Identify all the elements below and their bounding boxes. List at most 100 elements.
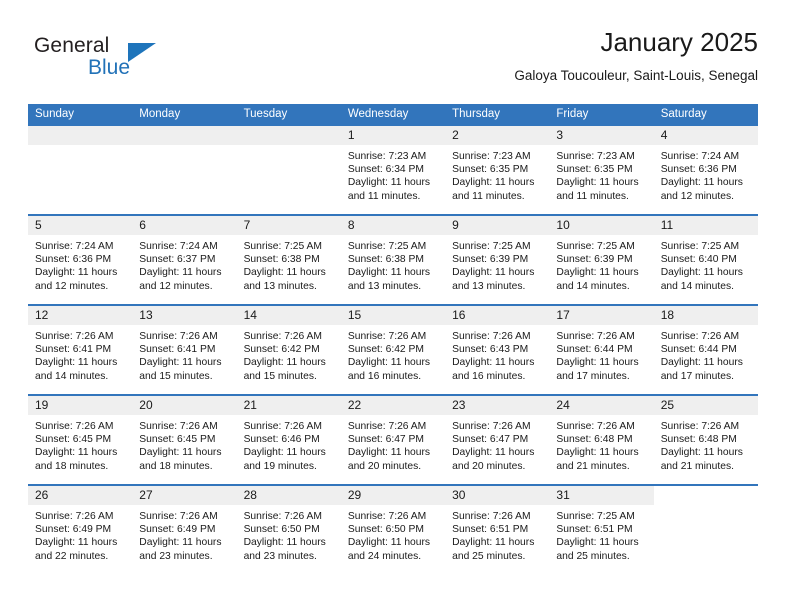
day-detail-line: and 12 minutes.: [660, 190, 734, 202]
day-detail-line: and 14 minutes.: [660, 280, 734, 292]
day-number: 9: [445, 217, 550, 235]
calendar-day-cell[interactable]: 27 Sunrise: 7:26 AM Sunset: 6:49 PM Dayligh…: [132, 484, 237, 574]
calendar-week-row: 5 Sunrise: 7:24 AM Sunset: 6:36 PM Daylight…: [28, 214, 758, 305]
calendar-day-cell[interactable]: 9 Sunrise: 7:25 AM Sunset: 6:39 PM Daylight…: [445, 214, 550, 305]
day-detail-line: Sunrise: 7:26 AM: [35, 511, 114, 522]
calendar-day-cell[interactable]: 2 Sunrise: 7:23 AM Sunset: 6:35 PM Daylight…: [445, 126, 550, 215]
day-detail-line: Sunset: 6:49 PM: [35, 524, 112, 536]
day-detail-line: Daylight: 11 hours: [243, 537, 326, 549]
day-detail-line: Sunset: 6:50 PM: [243, 524, 320, 536]
calendar-day-cell[interactable]: 24 Sunrise: 7:26 AM Sunset: 6:48 PM Dayligh…: [549, 394, 654, 485]
day-detail-line: Sunrise: 7:23 AM: [347, 151, 427, 162]
day-number: 26: [28, 487, 133, 505]
calendar-day-cell[interactable]: 1 Sunrise: 7:23 AM Sunset: 6:34 PM Daylight…: [340, 126, 446, 215]
calendar-day-cell[interactable]: 16 Sunrise: 7:26 AM Sunset: 6:43 PM Dayligh…: [445, 304, 550, 395]
day-detail-line: Daylight: 11 hours: [452, 357, 535, 369]
day-detail-line: Sunrise: 7:26 AM: [452, 331, 531, 342]
day-details: Sunrise: 7:26 AM Sunset: 6:47 PM Daylight:…: [341, 415, 445, 473]
day-detail-line: Daylight: 11 hours: [452, 537, 535, 549]
calendar-day-cell[interactable]: 22 Sunrise: 7:26 AM Sunset: 6:47 PM Dayligh…: [340, 394, 446, 485]
calendar-day-cell[interactable]: 26 Sunrise: 7:26 AM Sunset: 6:49 PM Dayligh…: [28, 484, 133, 574]
day-detail-line: Daylight: 11 hours: [139, 447, 222, 459]
calendar-day-cell[interactable]: 3 Sunrise: 7:23 AM Sunset: 6:35 PM Daylight…: [549, 126, 654, 215]
calendar-day-cell[interactable]: 18 Sunrise: 7:26 AM Sunset: 6:44 PM Dayligh…: [653, 304, 758, 395]
day-detail-line: Sunrise: 7:25 AM: [556, 511, 635, 522]
calendar-day-cell[interactable]: 6 Sunrise: 7:24 AM Sunset: 6:37 PM Daylight…: [132, 214, 237, 305]
day-detail-line: Sunrise: 7:25 AM: [556, 241, 635, 252]
day-number: 6: [132, 217, 237, 235]
day-details: Sunrise: 7:24 AM Sunset: 6:36 PM Daylight:…: [28, 235, 132, 293]
weekday-header-thursday: Thursday: [445, 104, 550, 126]
day-details: Sunrise: 7:26 AM Sunset: 6:51 PM Daylight:…: [445, 505, 549, 563]
day-number: 2: [445, 126, 550, 145]
day-detail-line: Sunset: 6:36 PM: [35, 254, 112, 266]
day-detail-line: Sunset: 6:48 PM: [556, 434, 633, 446]
day-detail-line: Sunset: 6:38 PM: [243, 254, 320, 266]
calendar-day-cell[interactable]: 23 Sunrise: 7:26 AM Sunset: 6:47 PM Dayligh…: [445, 394, 550, 485]
calendar-day-cell[interactable]: 14 Sunrise: 7:26 AM Sunset: 6:42 PM Dayligh…: [236, 304, 341, 395]
day-detail-line: Daylight: 11 hours: [347, 267, 431, 279]
calendar-day-cell-empty: [236, 126, 341, 215]
day-detail-line: Sunrise: 7:26 AM: [139, 331, 218, 342]
day-details: Sunrise: 7:26 AM Sunset: 6:44 PM Daylight:…: [654, 325, 758, 383]
day-number: 17: [549, 307, 654, 325]
calendar-day-cell[interactable]: 30 Sunrise: 7:26 AM Sunset: 6:51 PM Dayligh…: [445, 484, 550, 574]
day-detail-line: Daylight: 11 hours: [660, 357, 743, 369]
day-number: 24: [549, 397, 654, 415]
day-detail-line: and 17 minutes.: [556, 370, 630, 382]
day-detail-line: Daylight: 11 hours: [35, 537, 118, 549]
day-number: 14: [236, 307, 341, 325]
day-number: 15: [340, 307, 446, 325]
day-details: Sunrise: 7:25 AM Sunset: 6:40 PM Daylight:…: [654, 235, 758, 293]
day-number: 28: [236, 487, 341, 505]
day-detail-line: and 25 minutes.: [452, 550, 526, 562]
calendar-day-cell[interactable]: 15 Sunrise: 7:26 AM Sunset: 6:42 PM Dayligh…: [340, 304, 446, 395]
calendar-day-cell[interactable]: 5 Sunrise: 7:24 AM Sunset: 6:36 PM Daylight…: [28, 214, 133, 305]
calendar-day-cell[interactable]: 20 Sunrise: 7:26 AM Sunset: 6:45 PM Dayligh…: [132, 394, 237, 485]
calendar-day-cell[interactable]: 19 Sunrise: 7:26 AM Sunset: 6:45 PM Dayligh…: [28, 394, 133, 485]
day-detail-line: Sunset: 6:45 PM: [35, 434, 112, 446]
day-detail-line: and 16 minutes.: [452, 370, 526, 382]
day-detail-line: Daylight: 11 hours: [35, 267, 118, 279]
calendar-day-cell[interactable]: 28 Sunrise: 7:26 AM Sunset: 6:50 PM Dayligh…: [236, 484, 341, 574]
day-detail-line: Sunset: 6:46 PM: [243, 434, 320, 446]
day-number: [653, 487, 758, 505]
calendar-day-cell[interactable]: 4 Sunrise: 7:24 AM Sunset: 6:36 PM Daylight…: [653, 126, 758, 215]
day-detail-line: and 18 minutes.: [35, 460, 109, 472]
day-detail-line: Daylight: 11 hours: [556, 447, 639, 459]
calendar-day-cell[interactable]: 25 Sunrise: 7:26 AM Sunset: 6:48 PM Dayligh…: [653, 394, 758, 485]
calendar-day-cell[interactable]: 29 Sunrise: 7:26 AM Sunset: 6:50 PM Dayligh…: [340, 484, 446, 574]
day-detail-line: Daylight: 11 hours: [139, 357, 222, 369]
calendar-day-cell[interactable]: 21 Sunrise: 7:26 AM Sunset: 6:46 PM Dayligh…: [236, 394, 341, 485]
page-title: January 2025: [600, 27, 758, 57]
day-detail-line: Sunset: 6:47 PM: [452, 434, 529, 446]
calendar-day-cell[interactable]: 11 Sunrise: 7:25 AM Sunset: 6:40 PM Dayligh…: [653, 214, 758, 305]
day-number: 16: [445, 307, 550, 325]
day-number: 18: [653, 307, 758, 325]
calendar-day-cell[interactable]: 12 Sunrise: 7:26 AM Sunset: 6:41 PM Dayligh…: [28, 304, 133, 395]
day-detail-line: Sunrise: 7:26 AM: [452, 421, 531, 432]
calendar-day-cell[interactable]: 7 Sunrise: 7:25 AM Sunset: 6:38 PM Daylight…: [236, 214, 341, 305]
day-number: 31: [549, 487, 654, 505]
day-detail-line: Daylight: 11 hours: [452, 447, 535, 459]
day-details: Sunrise: 7:26 AM Sunset: 6:45 PM Daylight:…: [132, 415, 236, 473]
calendar-day-cell[interactable]: 17 Sunrise: 7:26 AM Sunset: 6:44 PM Dayligh…: [549, 304, 654, 395]
day-detail-line: Sunset: 6:40 PM: [660, 254, 737, 266]
day-number: 12: [28, 307, 133, 325]
calendar-week-row: 26 Sunrise: 7:26 AM Sunset: 6:49 PM Dayligh…: [28, 484, 758, 574]
weekday-header-wednesday: Wednesday: [340, 104, 446, 126]
day-details: Sunrise: 7:25 AM Sunset: 6:39 PM Daylight:…: [445, 235, 549, 293]
calendar-day-cell[interactable]: 8 Sunrise: 7:25 AM Sunset: 6:38 PM Daylight…: [340, 214, 446, 305]
general-blue-logo[interactable]: General Blue: [28, 34, 218, 90]
day-details: [132, 145, 236, 150]
day-details: Sunrise: 7:26 AM Sunset: 6:49 PM Daylight:…: [28, 505, 132, 563]
day-details: Sunrise: 7:26 AM Sunset: 6:42 PM Daylight:…: [341, 325, 445, 383]
calendar-day-cell[interactable]: 10 Sunrise: 7:25 AM Sunset: 6:39 PM Dayligh…: [549, 214, 654, 305]
calendar-day-cell[interactable]: 13 Sunrise: 7:26 AM Sunset: 6:41 PM Dayligh…: [132, 304, 237, 395]
day-detail-line: Sunrise: 7:26 AM: [660, 421, 740, 432]
calendar-day-cell-empty: [132, 126, 237, 215]
day-number: 13: [132, 307, 237, 325]
day-detail-line: and 11 minutes.: [347, 190, 421, 202]
day-detail-line: Sunset: 6:35 PM: [556, 164, 633, 176]
calendar-day-cell[interactable]: 31 Sunrise: 7:25 AM Sunset: 6:51 PM Dayligh…: [549, 484, 654, 574]
